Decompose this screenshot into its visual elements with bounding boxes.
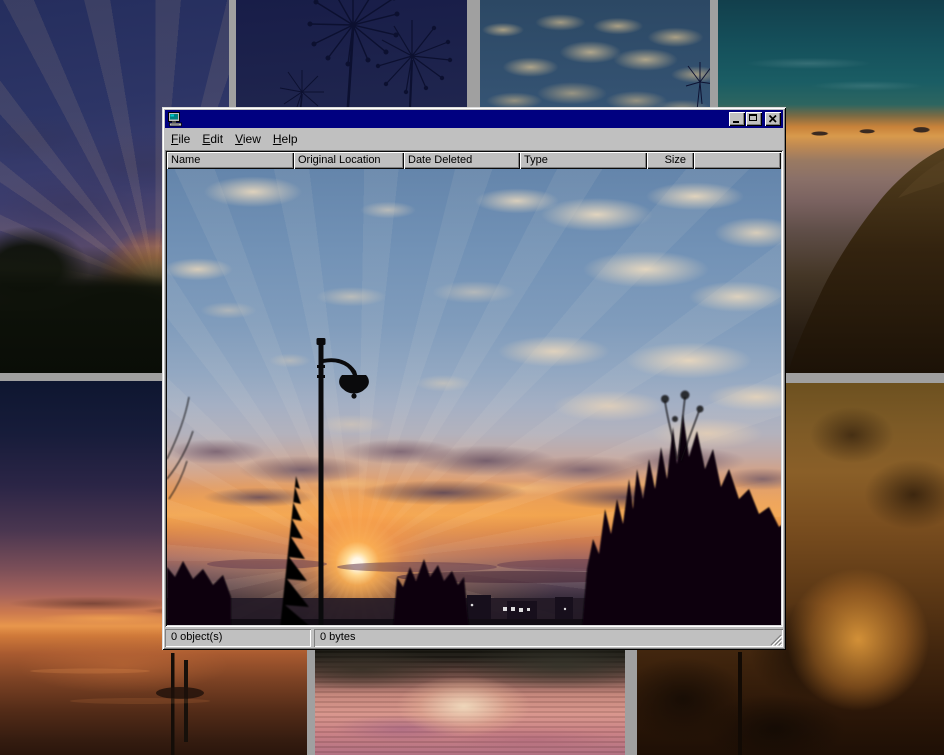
column-header-filler (694, 152, 781, 169)
status-byte-count: 0 bytes (314, 629, 783, 647)
column-header-type[interactable]: Type (520, 152, 647, 169)
menu-file[interactable]: File (165, 131, 196, 147)
street-lamp-silhouette (317, 338, 369, 625)
sunset-photo-content (167, 169, 781, 625)
status-bar: 0 object(s) 0 bytes (165, 629, 783, 647)
column-header-date-deleted[interactable]: Date Deleted (404, 152, 520, 169)
file-list-view[interactable]: Name Original Location Date Deleted Type… (165, 150, 783, 627)
photo-silhouettes (167, 169, 781, 625)
menu-bar: File Edit View Help (165, 128, 783, 149)
column-header-size[interactable]: Size (647, 152, 694, 169)
resize-grip[interactable] (770, 634, 782, 646)
column-headers: Name Original Location Date Deleted Type… (167, 152, 781, 169)
column-header-original-location[interactable]: Original Location (294, 152, 404, 169)
window-controls (728, 112, 781, 126)
menu-help[interactable]: Help (267, 131, 304, 147)
minimize-icon (733, 121, 739, 123)
title-bar[interactable] (165, 110, 783, 128)
computer-icon (167, 112, 183, 127)
maximize-icon (749, 114, 757, 121)
status-object-count: 0 object(s) (165, 629, 311, 647)
right-trees-silhouette (582, 414, 781, 625)
menu-edit[interactable]: Edit (196, 131, 229, 147)
window: File Edit View Help Name Original Locati… (162, 107, 786, 650)
status-bytes-text: 0 bytes (320, 631, 355, 643)
maximize-button[interactable] (746, 112, 762, 126)
minimize-button[interactable] (729, 112, 745, 126)
close-button[interactable] (765, 112, 781, 126)
desktop: File Edit View Help Name Original Locati… (0, 0, 944, 755)
column-header-name[interactable]: Name (167, 152, 294, 169)
lamp-pole-silhouette (738, 652, 742, 755)
close-icon (769, 115, 777, 123)
menu-view[interactable]: View (229, 131, 267, 147)
